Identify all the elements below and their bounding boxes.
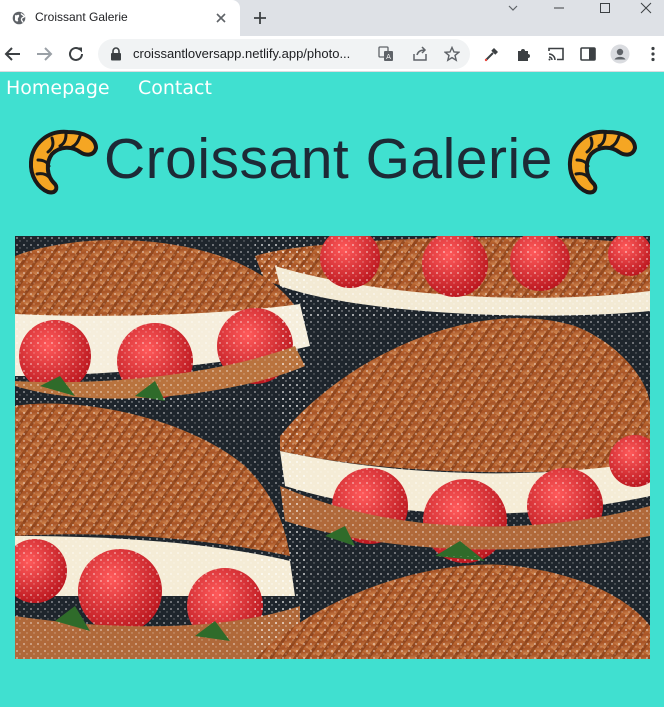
strawberry-cream-croissants-photo bbox=[15, 236, 650, 659]
tab-title: Croissant Galerie bbox=[35, 10, 128, 24]
croissant-top-right bbox=[255, 236, 650, 316]
croissant-middle-right bbox=[280, 306, 650, 563]
close-icon[interactable] bbox=[214, 11, 228, 25]
svg-text:A: A bbox=[386, 53, 391, 61]
menu-icon[interactable] bbox=[644, 45, 662, 63]
close-window-icon bbox=[640, 2, 652, 14]
nav-link-homepage[interactable]: Homepage bbox=[6, 77, 110, 99]
translate-icon[interactable]: A bbox=[378, 46, 394, 62]
page-title: Croissant Galerie bbox=[104, 127, 553, 191]
cast-icon[interactable] bbox=[547, 45, 565, 63]
reload-icon[interactable] bbox=[67, 45, 85, 63]
maximize-button[interactable] bbox=[582, 0, 628, 16]
share-icon[interactable] bbox=[412, 46, 428, 62]
photo-illustration bbox=[15, 236, 650, 659]
sidepanel-icon[interactable] bbox=[579, 45, 597, 63]
profile-icon[interactable] bbox=[610, 44, 630, 64]
url-text[interactable]: croissantloversapp.netlify.app/photo... bbox=[133, 46, 373, 61]
puzzle-icon[interactable] bbox=[515, 45, 533, 63]
star-icon[interactable] bbox=[444, 46, 460, 62]
tab-search-button[interactable] bbox=[490, 0, 536, 16]
browser-tab-strip: Croissant Galerie bbox=[0, 0, 664, 36]
close-window-button[interactable] bbox=[628, 0, 664, 16]
globe-icon bbox=[12, 11, 26, 25]
maximize-icon bbox=[600, 3, 610, 13]
croissant-emoji-icon bbox=[567, 129, 637, 195]
page-heading: Croissant Galerie bbox=[0, 122, 664, 202]
browser-tab[interactable]: Croissant Galerie bbox=[0, 0, 240, 36]
forward-icon[interactable] bbox=[35, 45, 53, 63]
croissant-top-left bbox=[15, 236, 310, 406]
eyedropper-icon[interactable] bbox=[483, 45, 501, 63]
chevron-down-icon bbox=[508, 5, 518, 11]
browser-toolbar: croissantloversapp.netlify.app/photo... … bbox=[0, 36, 664, 72]
page-body: Homepage Contact Croissant Galerie bbox=[0, 72, 664, 707]
nav-link-contact[interactable]: Contact bbox=[138, 77, 212, 99]
minimize-button[interactable] bbox=[536, 0, 582, 16]
plus-icon[interactable] bbox=[252, 10, 268, 26]
croissant-emoji-icon bbox=[28, 129, 98, 195]
address-bar[interactable]: croissantloversapp.netlify.app/photo... … bbox=[98, 39, 470, 69]
lock-icon[interactable] bbox=[110, 47, 122, 61]
minimize-icon bbox=[554, 7, 564, 9]
croissant-bottom-right bbox=[255, 556, 650, 659]
back-icon[interactable] bbox=[4, 45, 22, 63]
